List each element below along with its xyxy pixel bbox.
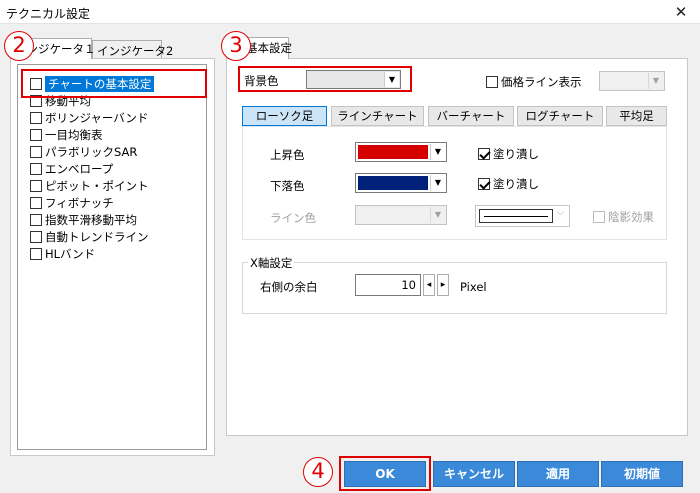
- down-color-select[interactable]: ▼: [355, 173, 447, 193]
- xaxis-group-label: X軸設定: [248, 255, 295, 271]
- cancel-button[interactable]: キャンセル: [433, 461, 515, 487]
- indicator-label: ピボット・ポイント: [45, 178, 149, 193]
- highlight-background: [238, 66, 412, 92]
- chart-tab-bar[interactable]: バーチャート: [428, 106, 514, 126]
- indicator-checkbox[interactable]: [30, 128, 42, 141]
- indicator-label: ボリンジャーバンド: [45, 110, 149, 125]
- indicator-label: エンベロープ: [45, 161, 114, 176]
- up-fill-toggle[interactable]: 塗り潰し: [478, 145, 539, 162]
- chart-tab-log[interactable]: ログチャート: [517, 106, 603, 126]
- right-margin-input[interactable]: 10: [355, 274, 421, 296]
- indicator-item[interactable]: フィボナッチ: [30, 194, 114, 211]
- margin-increment-button[interactable]: ▸: [437, 274, 449, 296]
- indicator-item[interactable]: HLバンド: [30, 245, 95, 262]
- apply-button[interactable]: 適用: [517, 461, 599, 487]
- shadow-checkbox[interactable]: [593, 210, 605, 223]
- indicator-checkbox[interactable]: [30, 162, 42, 175]
- highlight-ok: [339, 456, 431, 491]
- indicator-label: 指数平滑移動平均: [45, 212, 137, 227]
- indicator-item[interactable]: 一目均衡表: [30, 126, 103, 143]
- indicator-label: フィボナッチ: [45, 195, 114, 210]
- down-color-label: 下落色: [270, 179, 305, 193]
- indicator-item[interactable]: ボリンジャーバンド: [30, 109, 148, 126]
- shadow-toggle[interactable]: 陰影効果: [593, 208, 654, 225]
- indicator-label: パラボリックSAR: [45, 144, 138, 159]
- price-line-toggle[interactable]: 価格ライン表示: [486, 73, 582, 90]
- indicator-label: HLバンド: [45, 246, 96, 261]
- line-style-preview: [479, 209, 553, 223]
- highlight-basic-settings: [21, 69, 207, 98]
- right-margin-label: 右側の余白: [260, 280, 318, 294]
- chart-tab-heikin[interactable]: 平均足: [606, 106, 667, 126]
- up-color-select[interactable]: ▼: [355, 142, 447, 162]
- chevron-down-icon: ▼: [648, 73, 663, 89]
- indicator-checkbox[interactable]: [30, 111, 42, 124]
- indicator-item[interactable]: 指数平滑移動平均: [30, 211, 137, 228]
- chart-tab-candle[interactable]: ローソク足: [242, 106, 327, 126]
- tab-indicator2-label: インジケータ2: [97, 44, 174, 58]
- indicator-checkbox[interactable]: [30, 230, 42, 243]
- down-fill-label: 塗り潰し: [493, 176, 539, 191]
- line-style-select[interactable]: ⌵: [475, 205, 570, 227]
- shadow-label: 陰影効果: [608, 209, 654, 224]
- line-color-select[interactable]: ▼: [355, 205, 447, 225]
- up-fill-label: 塗り潰し: [493, 146, 539, 161]
- price-line-label: 価格ライン表示: [501, 74, 582, 89]
- title-bar: テクニカル設定 ✕: [0, 0, 700, 24]
- indicator-checkbox[interactable]: [30, 247, 42, 260]
- indicator-item[interactable]: パラボリックSAR: [30, 143, 137, 160]
- line-color-label: ライン色: [270, 211, 316, 225]
- callout-2: 2: [4, 31, 34, 61]
- window-title: テクニカル設定: [6, 7, 91, 21]
- indicator-checkbox[interactable]: [30, 179, 42, 192]
- chart-tab-line[interactable]: ラインチャート: [331, 106, 424, 126]
- up-fill-checkbox[interactable]: [478, 147, 490, 160]
- price-line-select[interactable]: ▼: [599, 71, 665, 91]
- indicator-label: 一目均衡表: [45, 127, 103, 142]
- indicator-label: 自動トレンドライン: [45, 229, 149, 244]
- indicator-list: チャートの基本設定 移動平均 ボリンジャーバンド 一目均衡表 パラボリックSAR…: [17, 64, 207, 450]
- close-button[interactable]: ✕: [665, 1, 697, 23]
- indicator-item[interactable]: ピボット・ポイント: [30, 177, 149, 194]
- chevron-down-icon: ▼: [430, 207, 445, 223]
- indicator-item[interactable]: 自動トレンドライン: [30, 228, 149, 245]
- callout-3: 3: [221, 31, 251, 61]
- up-color-label: 上昇色: [270, 148, 305, 162]
- unit-label: Pixel: [460, 280, 487, 294]
- reset-button[interactable]: 初期値: [601, 461, 683, 487]
- indicator-item[interactable]: エンベロープ: [30, 160, 113, 177]
- down-color-swatch: [358, 176, 428, 190]
- chevron-down-icon: ▼: [430, 144, 445, 160]
- tab-indicator2[interactable]: インジケータ2: [92, 40, 173, 59]
- down-fill-toggle[interactable]: 塗り潰し: [478, 175, 539, 192]
- tab-basic-settings-label: 基本設定: [246, 41, 292, 55]
- chevron-down-icon: ⌵: [557, 208, 564, 218]
- line-sample: [484, 216, 548, 217]
- indicator-checkbox[interactable]: [30, 145, 42, 158]
- indicator-checkbox[interactable]: [30, 213, 42, 226]
- callout-4: 4: [303, 457, 333, 487]
- margin-decrement-button[interactable]: ◂: [423, 274, 435, 296]
- price-line-checkbox[interactable]: [486, 75, 498, 88]
- indicator-checkbox[interactable]: [30, 196, 42, 209]
- chevron-down-icon: ▼: [430, 175, 445, 191]
- up-color-swatch: [358, 145, 428, 159]
- down-fill-checkbox[interactable]: [478, 177, 490, 190]
